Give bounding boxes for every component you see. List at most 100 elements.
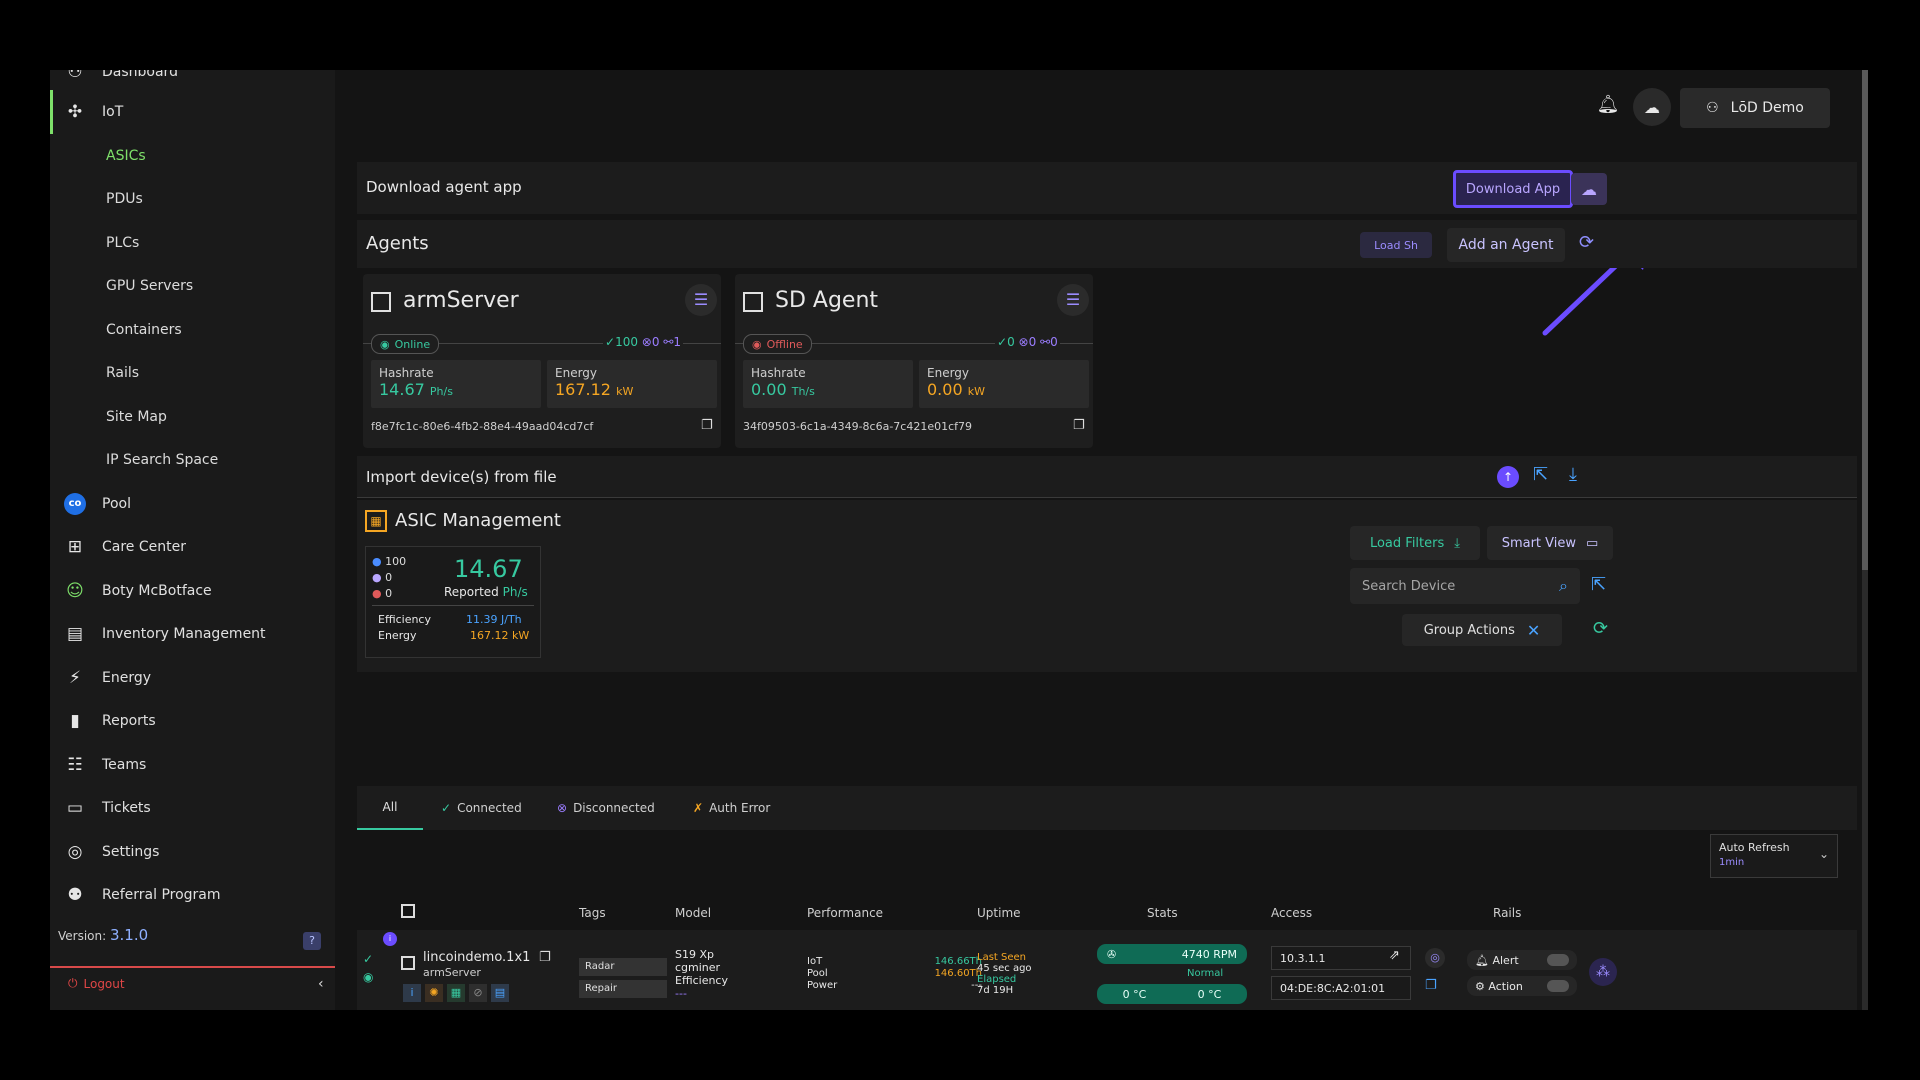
export-icon[interactable]: ⇱ — [1533, 464, 1548, 485]
chevron-down-icon: ⌄ — [1819, 847, 1830, 861]
calendar-icon[interactable]: ▤ — [491, 984, 509, 1002]
dashboard-icon: ⚇ — [67, 70, 83, 82]
scrollbar[interactable] — [1862, 70, 1868, 1010]
settings-icon[interactable]: ✺ — [425, 984, 443, 1002]
row-checkbox[interactable] — [401, 956, 415, 970]
status-badge: ◉ Online — [371, 334, 440, 354]
sidebar-item-energy[interactable]: ⚡ Energy — [50, 658, 335, 698]
link-icon: ⚯ — [663, 335, 674, 349]
agent-counts: ✓100 ⊗0 ⚯1 — [603, 335, 684, 349]
rails-icon[interactable]: ⁂ — [1589, 958, 1617, 986]
load-shared-button[interactable]: Load Sh — [1360, 232, 1432, 258]
refresh-icon[interactable]: ⟳ — [1579, 232, 1594, 253]
sidebar-item-teams[interactable]: ☷ Teams — [50, 745, 335, 785]
performance-info: IoT 146.66Th Pool 146.60Th Power --- — [807, 956, 982, 991]
sidebar-sub-pdus[interactable]: PDUs — [106, 179, 143, 219]
sidebar-sub-ip-search[interactable]: IP Search Space — [106, 440, 218, 480]
user-menu-button[interactable]: ⚇ LōD Demo — [1680, 88, 1830, 128]
disabled-icon[interactable]: ⊘ — [469, 984, 487, 1002]
download-icon[interactable]: ⤓ — [1569, 464, 1577, 485]
tag[interactable]: Radar — [579, 958, 667, 976]
import-title: Import device(s) from file — [366, 468, 557, 486]
refresh-icon[interactable]: ⟳ — [1593, 618, 1608, 639]
download-app-button[interactable]: Download App — [1453, 170, 1573, 208]
select-all-checkbox[interactable] — [401, 904, 415, 918]
scrollbar-thumb[interactable] — [1862, 70, 1868, 570]
sidebar-item-care-center[interactable]: ⊞ Care Center — [50, 527, 335, 567]
sidebar-item-iot[interactable]: ✣ IoT — [50, 92, 335, 132]
copy-icon[interactable]: ❐ — [1073, 418, 1085, 433]
cloud-download-icon[interactable]: ☁ — [1571, 173, 1607, 205]
device-name[interactable]: lincoindemo.1x1 — [423, 950, 530, 965]
tune-icon[interactable]: ☰ — [1057, 284, 1089, 316]
sidebar-item-inventory[interactable]: ▤ Inventory Management — [50, 614, 335, 654]
toggle-switch[interactable] — [1547, 980, 1569, 992]
group-actions-button[interactable]: Group Actions ✕ — [1402, 614, 1562, 646]
user-icon: ⚇ — [1706, 100, 1719, 116]
help-icon[interactable]: ? — [303, 932, 321, 950]
sidebar-sub-site-map[interactable]: Site Map — [106, 397, 167, 437]
cloud-upload-icon[interactable]: ☁ — [1633, 88, 1671, 126]
check-icon: ✓ — [997, 335, 1008, 349]
temperature-badge: 0 °C 0 °C — [1097, 984, 1247, 1004]
tab-all[interactable]: All — [357, 786, 423, 830]
copy-icon[interactable]: ❐ — [539, 950, 551, 965]
alert-toggle[interactable]: 🔔︎ Alert — [1467, 950, 1577, 970]
x-circle-icon: ⊗ — [641, 335, 652, 349]
dot-icon: ● — [372, 571, 382, 584]
tab-connected[interactable]: ✓ Connected — [441, 786, 522, 830]
link-icon: ⚯ — [1040, 335, 1051, 349]
sidebar-item-dashboard[interactable]: ⚇ Dashboard — [50, 70, 335, 92]
tab-auth-error[interactable]: ✗ Auth Error — [693, 786, 770, 830]
sidebar: ⚇ Dashboard ✣ IoT ASICs PDUs PLCs GPU Se… — [50, 70, 335, 1010]
sidebar-sub-asics[interactable]: ASICs — [106, 136, 146, 176]
auto-refresh-select[interactable]: Auto Refresh 1min ⌄ — [1710, 834, 1838, 878]
users-icon: ⚉ — [67, 885, 83, 905]
bell-icon[interactable]: 🔔︎ — [1595, 94, 1621, 120]
sidebar-item-reports[interactable]: ▮ Reports — [50, 701, 335, 741]
add-agent-button[interactable]: Add an Agent — [1447, 228, 1565, 262]
sidebar-item-settings[interactable]: ◎ Settings — [50, 832, 335, 872]
pool-icon: co — [64, 493, 86, 515]
dot-icon: ● — [372, 587, 382, 600]
inventory-icon: ▤ — [66, 624, 84, 644]
collapse-sidebar-icon[interactable]: ‹ — [318, 976, 324, 992]
sidebar-item-referral[interactable]: ⚉ Referral Program — [50, 875, 335, 915]
search-icon: ⌕ — [1559, 576, 1568, 595]
upload-icon[interactable]: ↑ — [1497, 466, 1519, 488]
tag[interactable]: Repair — [579, 980, 667, 998]
info-icon[interactable]: i — [403, 984, 421, 1002]
copy-icon[interactable]: ❐ — [1425, 978, 1437, 993]
agent-checkbox[interactable] — [371, 292, 391, 312]
sidebar-sub-containers[interactable]: Containers — [106, 310, 182, 350]
agent-card[interactable]: armServer ☰ ◉ Online ✓100 ⊗0 ⚯1 Hashrate… — [363, 274, 721, 448]
info-icon: i — [383, 932, 397, 946]
agent-counts: ✓0 ⊗0 ⚯0 — [995, 335, 1060, 349]
search-device-input[interactable]: Search Device ⌕ — [1350, 568, 1580, 604]
copy-icon[interactable]: ❐ — [701, 418, 713, 433]
agent-checkbox[interactable] — [743, 292, 763, 312]
sidebar-item-pool[interactable]: co Pool — [50, 484, 335, 524]
mac-field[interactable]: 04:DE:8C:A2:01:01 — [1271, 976, 1411, 1000]
sidebar-sub-rails[interactable]: Rails — [106, 353, 139, 393]
grid-icon: ▦ — [365, 510, 387, 532]
external-link-icon[interactable]: ⇗ — [1389, 948, 1400, 963]
sidebar-sub-gpu-servers[interactable]: GPU Servers — [106, 266, 193, 306]
sidebar-sub-plcs[interactable]: PLCs — [106, 223, 139, 263]
tab-disconnected[interactable]: ⊗ Disconnected — [557, 786, 655, 830]
model-info: S19 Xp cgminer Efficiency --- — [675, 948, 728, 1000]
logout-button[interactable]: ⏻ Logout — [68, 976, 125, 991]
agent-card[interactable]: SD Agent ☰ ◉ Offline ✓0 ⊗0 ⚯0 Hashrate 0… — [735, 274, 1093, 448]
toggle-switch[interactable] — [1547, 954, 1569, 966]
sidebar-item-boty[interactable]: ☺ Boty McBotface — [50, 571, 335, 611]
layout-icon[interactable]: ▦ — [447, 984, 465, 1002]
fingerprint-icon[interactable]: ◎ — [1425, 948, 1445, 968]
load-filters-button[interactable]: Load Filters ⤓ — [1350, 526, 1480, 560]
table-row[interactable]: ✓ ◉ i lincoindemo.1x1 ❐ armServer i ✺ ▦ … — [357, 930, 1857, 1010]
smart-view-button[interactable]: Smart View ▭ — [1487, 526, 1613, 560]
export-icon[interactable]: ⇱ — [1591, 574, 1606, 595]
action-toggle[interactable]: ⚙ Action — [1467, 976, 1577, 996]
sidebar-item-tickets[interactable]: ▭ Tickets — [50, 788, 335, 828]
tune-icon[interactable]: ☰ — [685, 284, 717, 316]
x-circle-icon: ⊗ — [557, 801, 568, 815]
